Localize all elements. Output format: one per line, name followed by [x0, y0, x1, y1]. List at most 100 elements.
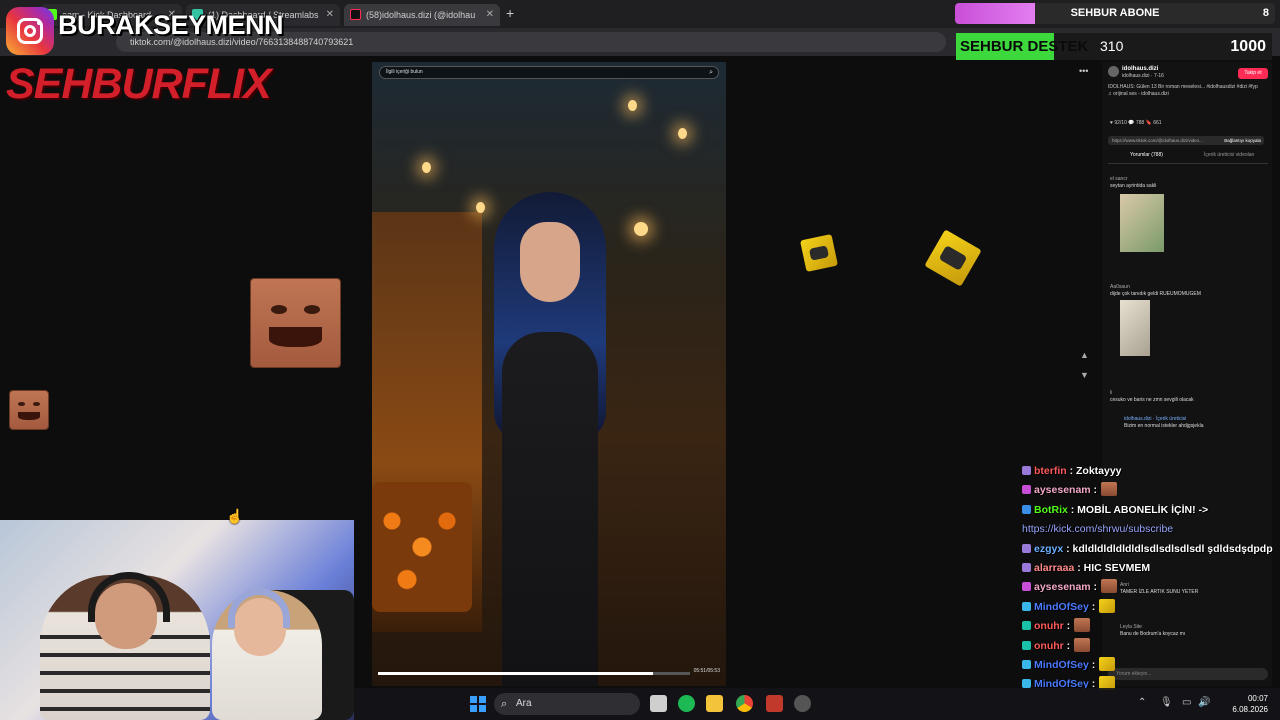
- stream-chat: bterfin : Zoktayyy aysesenam : BotRix : MO…: [1022, 462, 1280, 690]
- gold-emote: [800, 234, 838, 272]
- comment-item: el sancr seytan ayrintida sakli: [1110, 176, 1157, 189]
- share-link-field[interactable]: https://www.tiktok.com/@idolhaus.dizi/vi…: [1108, 136, 1264, 145]
- laughing-emote: [10, 391, 48, 429]
- gold-emote: [924, 229, 982, 287]
- chrome-icon[interactable]: [736, 695, 753, 712]
- chat-message: ezgyx : kdldldldldldldlsdlsdlsdlsdl şdld…: [1022, 540, 1280, 559]
- gold-emote: [1099, 598, 1116, 613]
- chat-text: : kdldldldldldldlsdlsdlsdlsdl şdldsdşdpd…: [1063, 542, 1273, 555]
- chat-text: :: [1090, 581, 1098, 594]
- chat-text: : HIC SEVMEM: [1074, 561, 1151, 574]
- tab-comments[interactable]: Yorumlar (788): [1130, 152, 1163, 158]
- chat-badge-icon: [1022, 562, 1031, 572]
- avatar[interactable]: [1108, 66, 1119, 77]
- chevron-down-icon[interactable]: ▼: [1080, 370, 1089, 380]
- follow-button[interactable]: Takip et: [1238, 68, 1268, 79]
- comment-item: li cesuko ve baris ne zmn sevgili olacak: [1110, 390, 1194, 403]
- tab-creator-videos[interactable]: İçerik üreticisi videoları: [1204, 152, 1255, 158]
- video-search-input[interactable]: İlgili içeriği bulun ⌕: [379, 66, 719, 79]
- tiktok-video-player[interactable]: İlgili içeriği bulun ⌕ 05:51/05:53: [372, 62, 726, 686]
- chat-username[interactable]: onuhr: [1034, 640, 1064, 652]
- spotify-icon[interactable]: [678, 695, 695, 712]
- volume-icon[interactable]: 🔊: [1198, 697, 1210, 708]
- laughing-emote: [1101, 482, 1118, 497]
- chat-message: aysesenam :: [1022, 481, 1280, 500]
- windows-start-icon[interactable]: [470, 696, 486, 712]
- chat-text: :: [1088, 658, 1096, 671]
- chat-message: onuhr :: [1022, 617, 1280, 636]
- chat-badge-icon: [1022, 543, 1031, 553]
- chat-badge-icon: [1022, 621, 1031, 631]
- taskbar: ⌕ Ara ⌃ 🎙 ▭ 🔊 00:07 6.08.2026: [354, 688, 1280, 720]
- recording-app-icon[interactable]: [766, 695, 783, 712]
- chat-text: : MOBİL ABONELİK İÇİN! ->: [1067, 503, 1209, 516]
- chevron-up-icon[interactable]: ⌃: [1138, 697, 1146, 708]
- chat-message: onuhr :: [1022, 637, 1280, 656]
- video-progress-bar[interactable]: [378, 672, 690, 675]
- task-view-icon[interactable]: [650, 695, 667, 712]
- network-icon[interactable]: ▭: [1182, 697, 1191, 708]
- chat-text: :: [1088, 600, 1096, 613]
- copy-link-button[interactable]: Bağlantıyı kopyala: [1224, 136, 1261, 145]
- sub-goal-value: 8: [1262, 7, 1269, 19]
- donation-goal-bar: SEHBUR DESTEK 310 1000: [956, 33, 1272, 60]
- instagram-handle: BURAKSEYMENN: [58, 10, 284, 40]
- chat-username[interactable]: alarraaa: [1034, 562, 1074, 574]
- microphone-icon[interactable]: 🎙: [1160, 697, 1173, 708]
- laughing-emote: [1101, 579, 1118, 594]
- laughing-emote: [1074, 637, 1091, 652]
- video-time: 05:51/05:53: [693, 668, 720, 674]
- chat-badge-icon: [1022, 640, 1031, 650]
- webcam-feed: [0, 520, 354, 720]
- chat-username[interactable]: MindOfSey: [1034, 601, 1089, 613]
- chat-message: https://kick.com/shrwu/subscribe: [1022, 520, 1280, 539]
- more-options-icon[interactable]: •••: [1079, 66, 1088, 76]
- chat-message: BotRix : MOBİL ABONELİK İÇİN! ->: [1022, 501, 1280, 520]
- chat-link[interactable]: https://kick.com/shrwu/subscribe: [1022, 523, 1173, 535]
- chat-message: bterfin : Zoktayyy: [1022, 462, 1280, 481]
- sub-goal-label: SEHBUR ABONE: [1070, 7, 1160, 19]
- reply-item: idolhaus.dizi · İçerik üreticisi Bizim e…: [1124, 416, 1204, 429]
- close-icon[interactable]: ✕: [326, 4, 334, 26]
- gold-emote: [1099, 656, 1116, 671]
- chevron-up-icon[interactable]: ▲: [1080, 350, 1089, 360]
- chat-username[interactable]: aysesenam: [1034, 581, 1091, 593]
- post-stats: ♥ 92/10 💬 788 🔖 661: [1110, 120, 1162, 126]
- chat-username[interactable]: ezgyx: [1034, 543, 1063, 555]
- panel-tabs: Yorumlar (788) İçerik üreticisi videolar…: [1108, 152, 1268, 164]
- chat-username[interactable]: aysesenam: [1034, 484, 1091, 496]
- search-icon: ⌕: [501, 698, 508, 710]
- donation-goal-current: 310: [1100, 38, 1124, 54]
- taskbar-clock[interactable]: 00:07 6.08.2026: [1232, 693, 1268, 715]
- chat-username[interactable]: MindOfSey: [1034, 659, 1089, 671]
- sub-goal-bar: SEHBUR ABONE 8: [955, 3, 1275, 24]
- chat-message: MindOfSey :: [1022, 656, 1280, 675]
- chat-message: aysesenam :: [1022, 578, 1280, 597]
- chat-text: :: [1063, 639, 1071, 652]
- app-icon[interactable]: [794, 695, 811, 712]
- instagram-icon: [6, 7, 54, 55]
- chat-username[interactable]: bterfin: [1034, 465, 1067, 477]
- tab-tiktok[interactable]: (58)idolhaus.dizi (@idolhau ✕: [344, 4, 500, 26]
- search-icon[interactable]: ⌕: [709, 67, 713, 78]
- tiktok-icon: [350, 9, 361, 20]
- file-explorer-icon[interactable]: [706, 695, 723, 712]
- comment-image[interactable]: [1120, 300, 1150, 356]
- laughing-emote: [251, 279, 340, 367]
- chat-badge-icon: [1022, 679, 1031, 689]
- chat-badge-icon: [1022, 582, 1031, 592]
- screen: eam - Kick Dashboard ✕ (1) Dashboard / S…: [0, 0, 1280, 720]
- video-subject: [480, 192, 620, 686]
- chat-text: : Zoktayyy: [1066, 465, 1122, 477]
- chat-badge-icon: [1022, 601, 1031, 611]
- chat-badge-icon: [1022, 659, 1031, 669]
- chat-badge-icon: [1022, 504, 1031, 514]
- close-icon[interactable]: ✕: [486, 4, 494, 26]
- comment-image[interactable]: [1120, 194, 1164, 252]
- new-tab-button[interactable]: +: [506, 5, 514, 21]
- chat-username[interactable]: BotRix: [1034, 504, 1068, 516]
- chat-message: alarraaa : HIC SEVMEM: [1022, 559, 1280, 578]
- taskbar-search[interactable]: ⌕ Ara: [494, 693, 640, 715]
- chat-message: MindOfSey :: [1022, 598, 1280, 617]
- chat-username[interactable]: onuhr: [1034, 620, 1064, 632]
